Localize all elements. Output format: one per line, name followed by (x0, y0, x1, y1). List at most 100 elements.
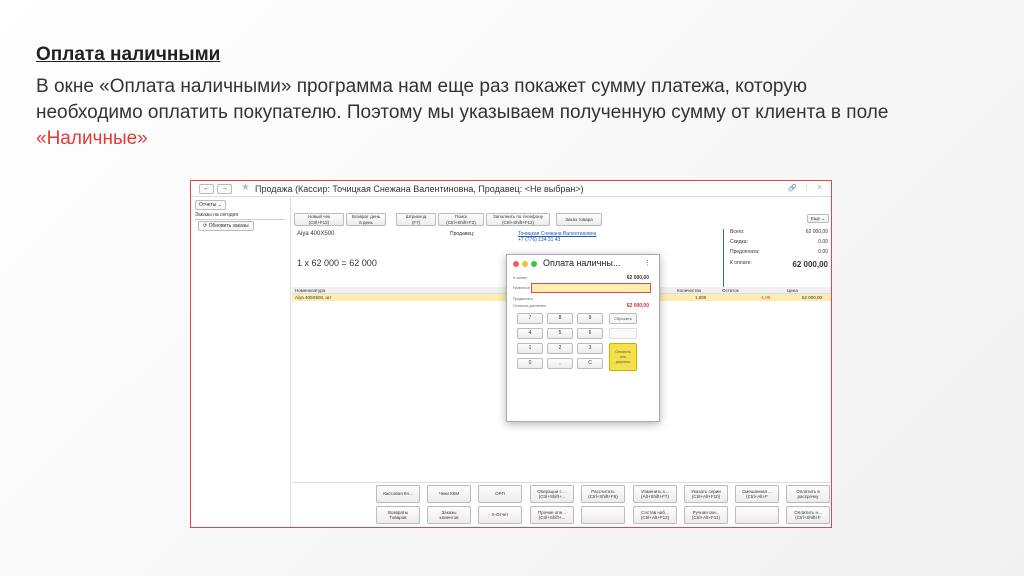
dialog-menu-icon[interactable]: ⋮ (644, 259, 651, 267)
window-title: Продажа (Кассир: Точицкая Снежана Валент… (255, 184, 584, 194)
row-name: Aiya 400X500, шт (295, 295, 332, 300)
product-name: Aiya 400X500 (297, 231, 335, 237)
close-icon[interactable]: × (817, 182, 822, 192)
maximize-dot-icon[interactable] (531, 261, 537, 267)
bottom-panel: Кассовая Кн... Чеки ККМ ОРП Операции с ... … (292, 483, 831, 528)
keypad-key[interactable]: 4 (517, 328, 543, 339)
prepay-row: Предоплата: 0.00 (730, 249, 828, 255)
discount-row: Скидка: 0.00 (730, 239, 828, 245)
col-name[interactable]: Номенклатура (295, 288, 325, 293)
blank-key (609, 328, 637, 339)
bottom-action-button[interactable]: X-Отчет (478, 506, 522, 524)
discount-value: 0.00 (818, 239, 828, 245)
col-rest[interactable]: Остаток (722, 288, 739, 293)
slide-description: В окне «Оплата наличными» программа нам … (36, 74, 896, 152)
barcode-button[interactable]: Штрихкод (F7) (396, 213, 436, 226)
orders-today-tab[interactable]: Заказы на сегодня (195, 212, 285, 220)
keypad-key[interactable]: 1 (517, 343, 543, 354)
sale-form: Новый чек (Ctrl+F12) Возврат день в день… (292, 197, 831, 528)
keypad-key[interactable]: C (577, 358, 603, 369)
cash-input[interactable] (531, 283, 651, 293)
keypad-key[interactable]: 7 (517, 313, 543, 324)
bottom-action-button[interactable]: Ручная ски... (Ctrl+Alt+F11) (684, 506, 728, 524)
remaining-label: Осталось доплатить (513, 304, 547, 308)
window-titlebar: ← → ★ Продажа (Кассир: Точицкая Снежана … (191, 181, 831, 197)
bottom-action-button[interactable]: ОРП (478, 485, 522, 503)
keypad-key[interactable]: 8 (547, 313, 573, 324)
slide-description-text: В окне «Оплата наличными» программа нам … (36, 76, 889, 123)
clear-key[interactable]: Сбросить (609, 313, 637, 324)
remaining-value: 62 000,00 (626, 303, 649, 309)
bottom-action-button[interactable]: Изменить к... (Alt+Shift+F7) (633, 485, 677, 503)
total-value: 62 000,00 (805, 229, 828, 235)
keypad-key[interactable]: 3 (577, 343, 603, 354)
bottom-action-button[interactable]: Оплатить н... (Ctrl+Shift+F (786, 506, 830, 524)
more-button[interactable]: Еще ⌄ (807, 214, 829, 223)
slide-title: Оплата наличными (36, 44, 221, 65)
due-label: К оплате: (730, 260, 752, 266)
cash-field-highlight: «Наличные» (36, 128, 148, 149)
total-row: Всего: 62 000,00 (730, 229, 828, 235)
search-button[interactable]: Поиск (Ctrl+Shift+F2) (438, 213, 484, 226)
refresh-orders-button[interactable]: ⟳ Обновить заказы (198, 221, 254, 231)
reports-button[interactable]: Отчеты ⌄ (195, 200, 226, 210)
total-label: Всего: (730, 229, 745, 235)
keypad-key[interactable]: 0 (517, 358, 543, 369)
bottom-action-button[interactable]: Чеки ККМ (427, 485, 471, 503)
dialog-title: Оплата наличны... (543, 258, 621, 268)
bottom-action-button[interactable]: Прочие опе... (Ctrl+Shift+... (530, 506, 574, 524)
keypad-key[interactable]: 9 (577, 313, 603, 324)
bottom-action-button[interactable]: Смешанная ... (Ctrl+Alt+F (735, 485, 779, 503)
seller-phone[interactable]: +7 (776) 134 31 43 (518, 237, 560, 243)
forward-button[interactable]: → (217, 184, 232, 194)
forward-arrow-icon: → (221, 185, 228, 192)
seller-label: Продавец: (450, 231, 475, 237)
link-icon[interactable]: 🔗 (788, 184, 797, 192)
return-day-button[interactable]: Возврат день в день (346, 213, 386, 226)
bottom-action-button[interactable]: Возвраты Товаров (376, 506, 420, 524)
bottom-action-button[interactable]: Указать серии (Ctrl+Alt+F10) (684, 485, 728, 503)
keypad-key[interactable]: 2 (547, 343, 573, 354)
new-check-button[interactable]: Новый чек (Ctrl+F12) (294, 213, 344, 226)
due-value: 62 000,00 (792, 260, 828, 269)
pay-card-button[interactable]: Оплатить ка... (Ctrl+Shift+F (786, 527, 830, 528)
col-price[interactable]: Цена (787, 288, 798, 293)
cash-payment-dialog: Оплата наличны... ⋮ К оплате 62 000,00 Н… (506, 254, 660, 422)
bottom-action-button[interactable] (735, 506, 779, 524)
favorite-star-icon[interactable]: ★ (241, 182, 250, 193)
keypad-key[interactable]: 6 (577, 328, 603, 339)
keypad-key[interactable]: , (547, 358, 573, 369)
due-row: К оплате: 62 000,00 (730, 260, 828, 269)
totals-panel: Всего: 62 000,00 Скидка: 0.00 Предоплата: 0… (723, 229, 829, 289)
to-pay-label: К оплате (513, 276, 528, 280)
prepay-value: 0.00 (818, 249, 828, 255)
bottom-action-button[interactable]: Оплатить в рассрочку (786, 485, 830, 503)
row-rest: -1,00 (760, 295, 771, 300)
discount-label: Скидка: (730, 239, 748, 245)
bottom-action-button[interactable]: Заказы клиентов (427, 506, 471, 524)
bottom-action-button[interactable]: Рассчитать (Ctrl+Shift+F6) (581, 485, 625, 503)
row-price: 62 000,00 (802, 295, 823, 300)
row-qty: 1,000 (695, 295, 707, 300)
prepay-label: Предоплата: (730, 249, 760, 255)
pay-key[interactable]: Оплатить или докупить (609, 343, 637, 371)
sidebar: Отчеты ⌄ Заказы на сегодня ⟳ Обновить за… (191, 197, 291, 527)
fill-by-phone-button[interactable]: Заполнить по телефону (Ctrl+Shift+F12) (486, 213, 550, 226)
bottom-action-button[interactable] (581, 506, 625, 524)
close-dot-icon[interactable] (513, 261, 519, 267)
prepay-label-dialog: Предоплата (513, 297, 533, 301)
line-formula: 1 x 62 000 = 62 000 (297, 258, 377, 268)
goods-order-button[interactable]: Заказ товара (556, 213, 602, 226)
back-arrow-icon: ← (203, 185, 210, 192)
minimize-dot-icon[interactable] (522, 261, 528, 267)
app-screenshot: ← → ★ Продажа (Кассир: Точицкая Снежана … (190, 180, 832, 528)
cash-label: Наличные (513, 286, 530, 290)
window-menu-icon[interactable]: ⋮ (803, 184, 810, 192)
bottom-action-button[interactable]: Операции с ... (Ctrl+Shift+... (530, 485, 574, 503)
bottom-action-button[interactable]: Состав наб... (Ctrl+Alt+F12) (633, 506, 677, 524)
bottom-action-button[interactable]: Кассовая Кн... (376, 485, 420, 503)
back-button[interactable]: ← (199, 184, 214, 194)
col-qty[interactable]: Количество (677, 288, 701, 293)
keypad-key[interactable]: 5 (547, 328, 573, 339)
to-pay-value: 62 000,00 (626, 275, 649, 281)
